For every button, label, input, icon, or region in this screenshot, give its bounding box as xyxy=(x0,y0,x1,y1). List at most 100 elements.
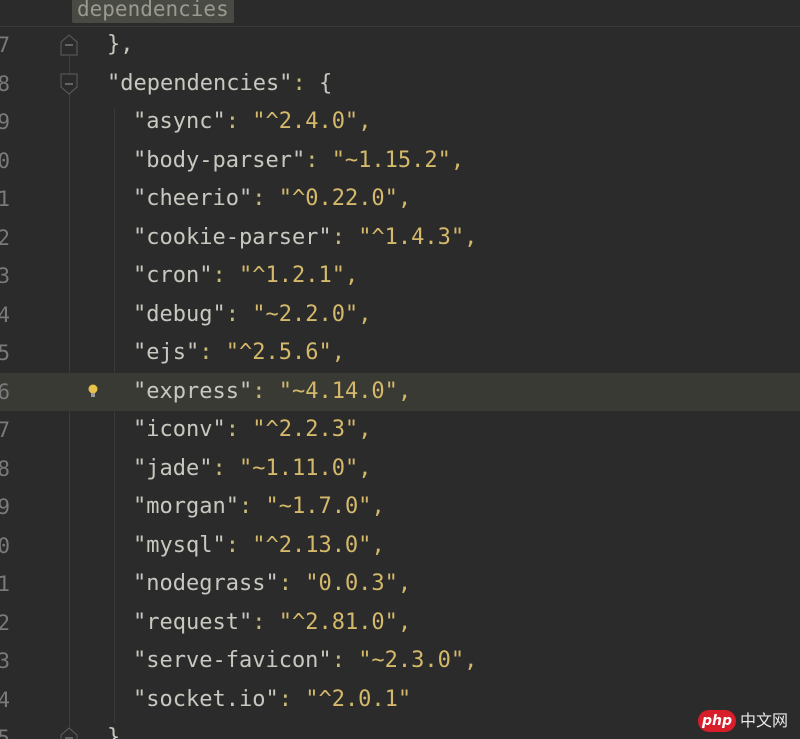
code-punctuation: : xyxy=(212,263,239,288)
code-punctuation: , xyxy=(358,109,372,134)
json-key: "serve-favicon" xyxy=(133,648,332,673)
code-punctuation: , xyxy=(464,648,478,673)
json-key: "express" xyxy=(133,378,253,404)
code-punctuation: : xyxy=(305,147,332,173)
json-string-value: "~2.3.0" xyxy=(358,648,465,673)
json-string-value: "^1.2.1" xyxy=(238,263,345,288)
json-key: "socket.io" xyxy=(133,686,279,712)
fold-icon[interactable] xyxy=(60,73,78,95)
json-string-value: "~1.7.0" xyxy=(265,494,372,519)
code-text[interactable]: "jade": "~1.11.0", xyxy=(133,450,371,489)
code-line[interactable]: 2 "request": "^2.81.0", xyxy=(0,604,800,643)
code-line[interactable]: 7}, xyxy=(0,26,800,65)
json-key: "cron" xyxy=(133,263,213,288)
code-line[interactable]: 8 "dependencies": { xyxy=(0,65,800,104)
code-editor[interactable]: dependencies 7}, 8 "dependencies": { 9 "asyn… xyxy=(0,0,800,739)
json-key: "jade" xyxy=(133,455,213,481)
code-text[interactable]: } xyxy=(107,719,120,739)
code-punctuation: , xyxy=(344,263,359,288)
json-string-value: "^2.13.0" xyxy=(252,532,372,558)
line-number: 0 xyxy=(0,533,10,558)
code-punctuation: : xyxy=(199,340,226,365)
json-string-value: "~1.15.2" xyxy=(331,147,451,173)
line-number: 6 xyxy=(0,379,10,404)
code-text[interactable]: "express": "~4.14.0", xyxy=(133,373,411,412)
breadcrumb[interactable]: dependencies xyxy=(72,0,234,23)
lightbulb-icon[interactable] xyxy=(86,383,100,399)
code-punctuation: : xyxy=(225,301,253,327)
json-key: "body-parser" xyxy=(133,147,306,173)
code-line[interactable]: 4 "debug": "~2.2.0", xyxy=(0,296,800,335)
code-line[interactable]: 5} xyxy=(0,719,800,739)
json-key: "nodegrass" xyxy=(133,571,279,596)
code-line[interactable]: 7 "iconv": "^2.2.3", xyxy=(0,411,800,450)
json-key: "dependencies" xyxy=(107,70,293,96)
line-number: 0 xyxy=(0,148,10,173)
json-string-value: "^2.81.0" xyxy=(278,609,398,635)
fold-icon[interactable] xyxy=(60,34,78,56)
json-key: "cheerio" xyxy=(133,186,253,211)
code-punctuation: , xyxy=(397,378,412,404)
json-string-value: "^2.2.3" xyxy=(252,417,359,442)
line-number: 8 xyxy=(0,71,10,96)
json-key: "async" xyxy=(133,109,226,134)
code-punctuation: : xyxy=(225,417,253,442)
code-text[interactable]: "dependencies": { xyxy=(107,65,332,104)
code-punctuation: , xyxy=(397,571,412,596)
code-text[interactable]: "serve-favicon": "~2.3.0", xyxy=(133,642,477,681)
json-key: "morgan" xyxy=(133,494,239,519)
code-text[interactable]: "debug": "~2.2.0", xyxy=(133,296,371,335)
fold-icon[interactable] xyxy=(60,727,78,739)
code-line[interactable]: 1 "nodegrass": "0.0.3", xyxy=(0,565,800,604)
code-punctuation: : xyxy=(292,70,319,96)
line-number: 5 xyxy=(0,726,10,739)
line-number: 5 xyxy=(0,341,10,365)
code-text[interactable]: "mysql": "^2.13.0", xyxy=(133,527,385,566)
code-text[interactable]: "iconv": "^2.2.3", xyxy=(133,411,371,450)
code-text[interactable]: "morgan": "~1.7.0", xyxy=(133,488,385,527)
code-line[interactable]: 5 "ejs": "^2.5.6", xyxy=(0,334,800,373)
code-punctuation: } xyxy=(107,725,121,739)
line-number: 7 xyxy=(0,33,10,57)
code-text[interactable]: "cheerio": "^0.22.0", xyxy=(133,180,411,219)
code-text[interactable]: }, xyxy=(107,26,134,65)
code-punctuation: , xyxy=(331,340,345,365)
code-punctuation: , xyxy=(450,147,465,173)
code-punctuation: , xyxy=(371,532,385,558)
code-line[interactable]: 9 "async": "^2.4.0", xyxy=(0,103,800,142)
json-string-value: "~4.14.0" xyxy=(278,378,398,404)
line-number: 9 xyxy=(0,110,10,134)
code-line[interactable]: 3 "serve-favicon": "~2.3.0", xyxy=(0,642,800,681)
code-line[interactable]: 1 "cheerio": "^0.22.0", xyxy=(0,180,800,219)
code-punctuation: , xyxy=(371,494,385,519)
json-string-value: "~1.11.0" xyxy=(238,455,359,481)
code-line[interactable]: 2 "cookie-parser": "^1.4.3", xyxy=(0,219,800,258)
code-text[interactable]: "request": "^2.81.0", xyxy=(133,604,411,643)
watermark-badge: php xyxy=(698,710,736,732)
code-line[interactable]: 6 "express": "~4.14.0", xyxy=(0,372,800,412)
line-number: 3 xyxy=(0,264,10,288)
code-punctuation: : xyxy=(212,455,239,481)
code-lines[interactable]: 7}, 8 "dependencies": { 9 "async": "^2.4.0",… xyxy=(0,26,800,739)
code-punctuation: : xyxy=(331,224,359,250)
code-line[interactable]: 9 "morgan": "~1.7.0", xyxy=(0,488,800,527)
code-text[interactable]: "ejs": "^2.5.6", xyxy=(133,334,345,373)
code-punctuation: : xyxy=(252,186,279,211)
code-text[interactable]: "nodegrass": "0.0.3", xyxy=(133,565,411,604)
code-line[interactable]: 8 "jade": "~1.11.0", xyxy=(0,450,800,489)
code-line[interactable]: 0 "body-parser": "~1.15.2", xyxy=(0,142,800,181)
code-line[interactable]: 3 "cron": "^1.2.1", xyxy=(0,257,800,296)
code-text[interactable]: "cron": "^1.2.1", xyxy=(133,257,358,296)
line-number: 1 xyxy=(0,572,10,596)
code-line[interactable]: 0 "mysql": "^2.13.0", xyxy=(0,527,800,566)
code-text[interactable]: "body-parser": "~1.15.2", xyxy=(133,142,464,181)
code-punctuation: }, xyxy=(107,32,134,57)
code-punctuation: , xyxy=(397,609,412,635)
line-number: 1 xyxy=(0,187,10,211)
json-key: "cookie-parser" xyxy=(133,224,332,250)
code-punctuation: : xyxy=(331,648,359,673)
code-text[interactable]: "async": "^2.4.0", xyxy=(133,103,371,142)
code-text[interactable]: "cookie-parser": "^1.4.3", xyxy=(133,219,477,258)
code-line[interactable]: 4 "socket.io": "^2.0.1" xyxy=(0,681,800,720)
code-text[interactable]: "socket.io": "^2.0.1" xyxy=(133,681,411,720)
